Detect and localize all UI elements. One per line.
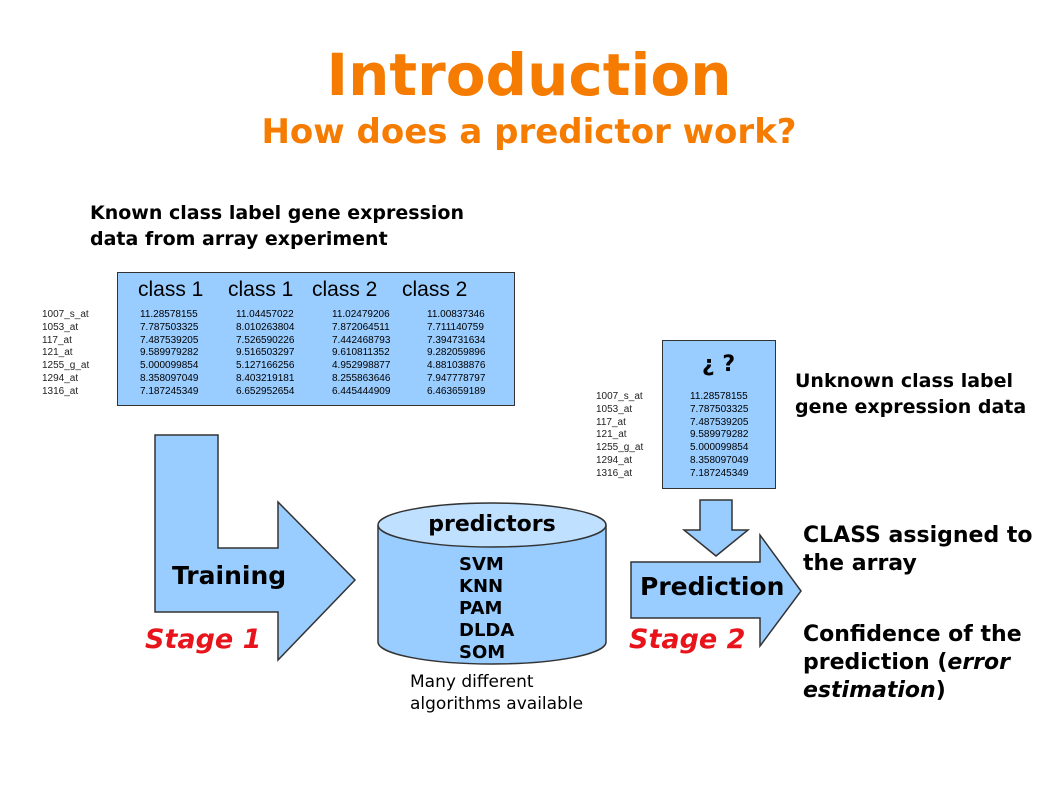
expression-value: 6.652952654 <box>236 385 295 397</box>
expression-value: 11.04457022 <box>236 309 294 320</box>
expression-value: 5.127166256 <box>236 360 295 372</box>
algorithm-item: SOM <box>459 642 506 663</box>
class-header: class 2 <box>312 278 378 301</box>
prediction-label: Prediction <box>640 572 785 601</box>
known-data-label: Known class label gene expression data f… <box>90 202 464 250</box>
expression-value: 7.487539205 <box>690 416 749 428</box>
expression-value: 11.28578155 <box>690 391 748 402</box>
expression-value: 9.282059896 <box>427 347 486 359</box>
expression-value: 8.255863646 <box>332 372 391 384</box>
class-header: class 1 <box>138 278 204 301</box>
predictors-title: predictors <box>428 512 556 537</box>
down-arrow <box>681 499 751 557</box>
probe-id: 1316_at <box>596 467 633 479</box>
expression-value: 7.187245349 <box>140 385 199 397</box>
expression-value: 11.02479206 <box>332 309 390 320</box>
probe-id: 1294_at <box>42 372 79 384</box>
page-subtitle: How does a predictor work? <box>261 112 797 152</box>
algorithm-item: SVM <box>459 554 504 575</box>
class-header: class 2 <box>402 278 468 301</box>
expression-value: 9.589979282 <box>140 347 199 359</box>
expression-value: 7.394731634 <box>427 334 486 346</box>
expression-value: 9.589979282 <box>690 429 749 441</box>
probe-id: 1007_s_at <box>42 309 89 320</box>
probe-id: 121_at <box>596 429 627 441</box>
expression-value: 6.445444909 <box>332 385 391 397</box>
probe-id: 1255_g_at <box>42 360 90 372</box>
expression-value: 8.358097049 <box>690 454 749 466</box>
expression-value: 11.28578155 <box>140 309 198 320</box>
algorithm-item: DLDA <box>459 620 515 641</box>
value-column: 11.28578155 7.787503325 7.487539205 9.58… <box>140 309 198 399</box>
expression-value: 7.526590226 <box>236 334 295 346</box>
value-column: 11.02479206 7.872064511 7.442468793 9.61… <box>332 309 390 399</box>
expression-value: 5.000099854 <box>140 360 199 372</box>
stage-2-label: Stage 2 <box>629 624 746 655</box>
confidence-text: Confidence of the prediction (error esti… <box>803 621 1022 705</box>
algorithm-item: PAM <box>459 598 503 619</box>
unknown-value-column: 11.28578155 7.787503325 7.487539205 9.58… <box>690 391 748 481</box>
unknown-probe-list: 1007_s_at 1053_at 117_at 121_at 1255_g_a… <box>596 391 643 481</box>
probe-id: 1294_at <box>596 454 633 466</box>
expression-value: 11.00837346 <box>427 309 485 320</box>
expression-value: 9.516503297 <box>236 347 295 359</box>
probe-id: 1255_g_at <box>596 442 644 454</box>
expression-value: 7.947778797 <box>427 372 486 384</box>
stage-1-label: Stage 1 <box>145 624 262 655</box>
expression-value: 7.787503325 <box>690 403 749 415</box>
value-column: 11.04457022 8.010263804 7.526590226 9.51… <box>236 309 294 399</box>
expression-value: 7.872064511 <box>332 321 390 333</box>
algorithm-list: SVM KNN PAM DLDA SOM <box>459 554 514 664</box>
expression-value: 9.610811352 <box>332 347 390 359</box>
probe-id: 1316_at <box>42 385 79 397</box>
probe-id: 121_at <box>42 347 73 359</box>
expression-value: 4.952998877 <box>332 360 391 372</box>
algorithms-note: Many different algorithms available <box>410 672 584 714</box>
expression-value: 7.711140759 <box>427 321 484 333</box>
training-label: Training <box>172 561 287 590</box>
value-column: 11.00837346 7.711140759 7.394731634 9.28… <box>427 309 485 399</box>
expression-value: 7.787503325 <box>140 321 199 333</box>
probe-id: 1053_at <box>42 321 79 333</box>
probe-list: 1007_s_at 1053_at 117_at 121_at 1255_g_a… <box>42 309 89 399</box>
expression-value: 4.881038876 <box>427 360 486 372</box>
page-title: Introduction <box>326 41 732 109</box>
expression-value: 8.010263804 <box>236 321 295 333</box>
class-assigned-text: CLASS assigned to the array <box>803 523 1033 576</box>
unknown-data-label: Unknown class label gene expression data <box>795 370 1027 418</box>
probe-id: 117_at <box>596 416 626 428</box>
algorithm-item: KNN <box>459 576 504 597</box>
expression-value: 7.442468793 <box>332 334 391 346</box>
confidence-suffix: ) <box>935 678 946 703</box>
probe-id: 1007_s_at <box>596 391 643 402</box>
expression-value: 5.000099854 <box>690 442 749 454</box>
probe-id: 1053_at <box>596 403 633 415</box>
expression-value: 7.487539205 <box>140 334 199 346</box>
expression-value: 8.358097049 <box>140 372 199 384</box>
expression-value: 7.187245349 <box>690 467 749 479</box>
unknown-class-header: ¿ ? <box>701 352 736 377</box>
expression-value: 6.463659189 <box>427 385 486 397</box>
class-header: class 1 <box>228 278 294 301</box>
probe-id: 117_at <box>42 334 72 346</box>
expression-value: 8.403219181 <box>236 372 295 384</box>
